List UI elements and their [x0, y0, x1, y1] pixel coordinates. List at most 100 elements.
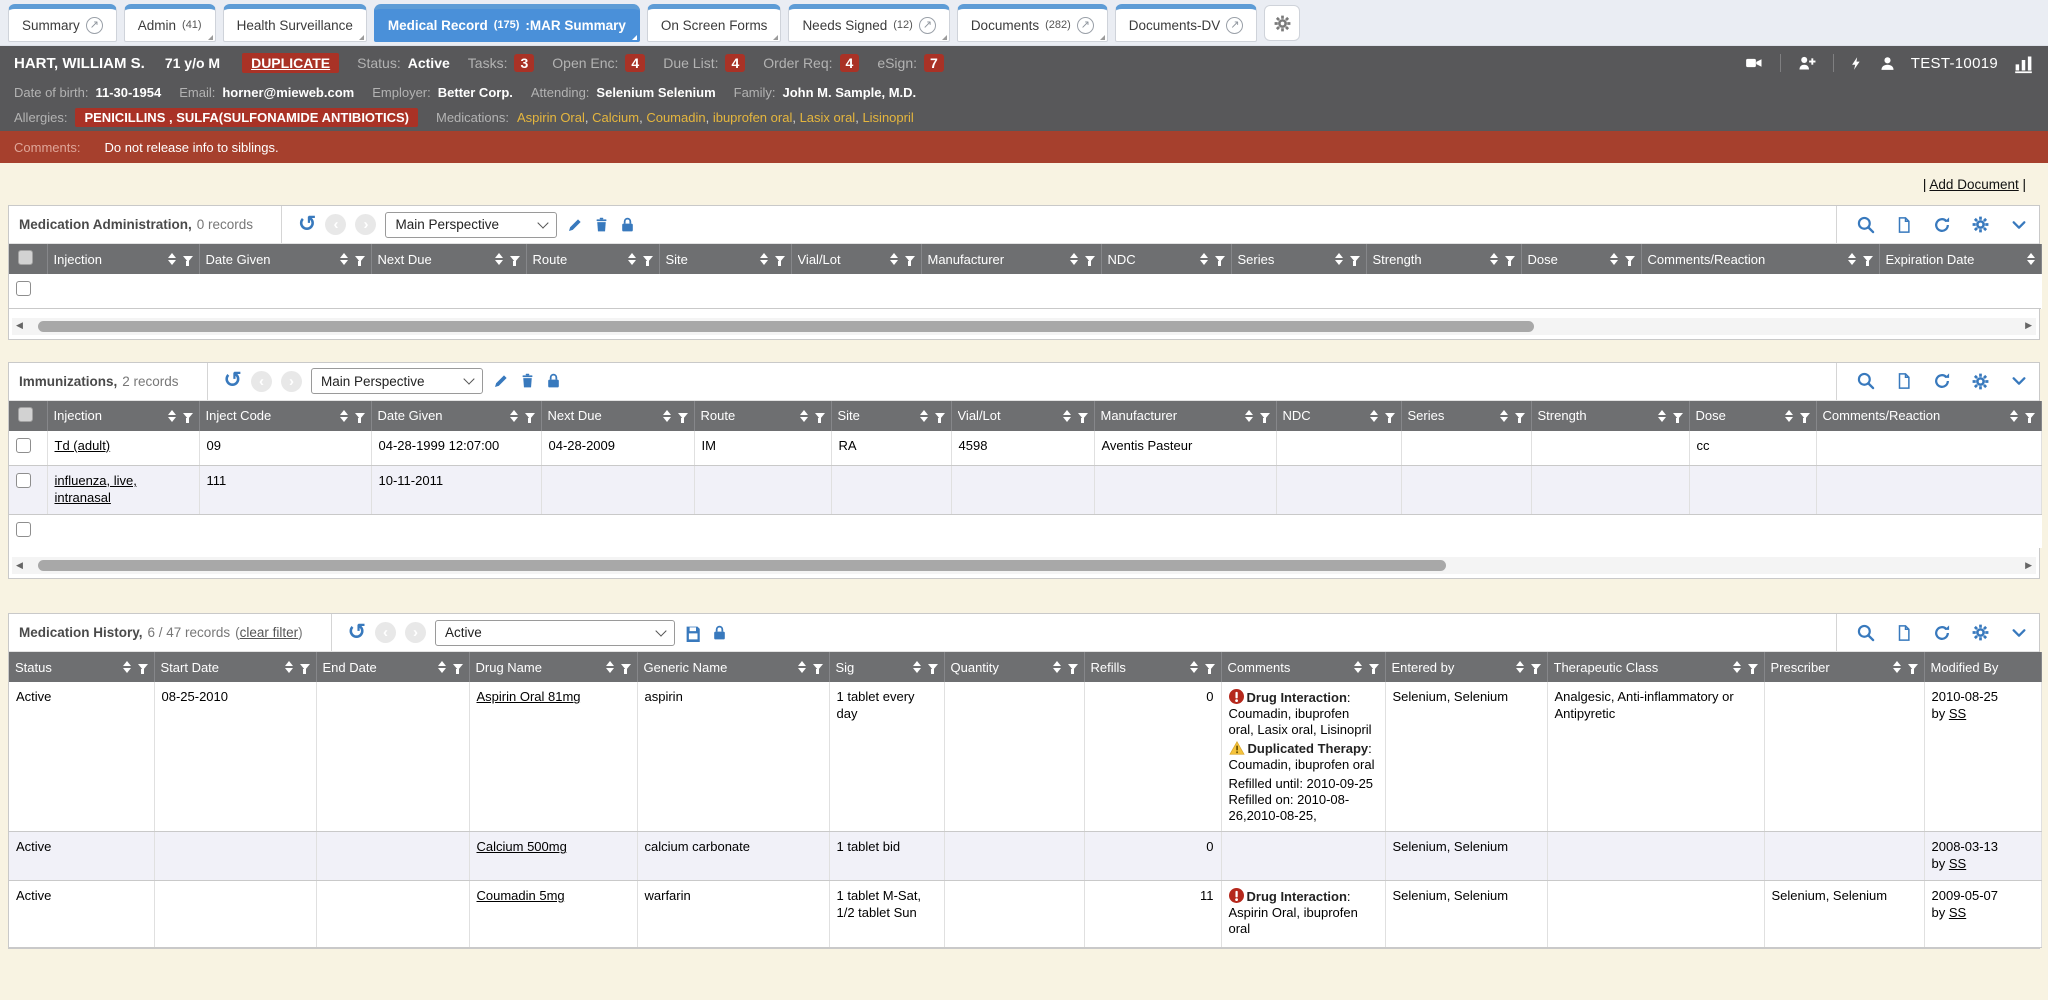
lock-icon[interactable]	[545, 372, 562, 390]
col-drug-name[interactable]: Drug Name	[469, 652, 637, 682]
add-person-icon[interactable]	[1796, 54, 1818, 73]
sort-icon[interactable]	[1190, 661, 1198, 673]
sort-icon[interactable]	[1893, 661, 1901, 673]
col-comments[interactable]: Comments	[1221, 652, 1385, 682]
sort-icon[interactable]	[1500, 410, 1508, 422]
filter-icon[interactable]	[138, 664, 148, 670]
delete-icon[interactable]	[519, 372, 536, 390]
person-icon[interactable]	[1879, 55, 1896, 72]
sort-icon[interactable]	[913, 661, 921, 673]
edit-icon[interactable]	[566, 216, 584, 234]
filter-icon[interactable]	[1205, 664, 1215, 670]
sort-icon[interactable]	[1370, 410, 1378, 422]
sort-icon[interactable]	[1733, 661, 1741, 673]
sort-icon[interactable]	[1516, 661, 1524, 673]
col-manufacturer[interactable]: Manufacturer	[1094, 401, 1276, 431]
filter-icon[interactable]	[1515, 413, 1525, 419]
filter-icon[interactable]	[1908, 664, 1918, 670]
col-vial-lot[interactable]: Vial/Lot	[791, 244, 921, 274]
filter-icon[interactable]	[1385, 413, 1395, 419]
drug-name-link[interactable]: Aspirin Oral 81mg	[477, 689, 581, 704]
horizontal-scrollbar[interactable]: ◀▶	[12, 318, 2036, 335]
due-list-count-badge[interactable]: 4	[725, 54, 745, 72]
tab-medical-record-active[interactable]: Medical Record(175):MAR Summary	[374, 4, 640, 42]
filter-icon[interactable]	[813, 664, 823, 670]
drug-name-link[interactable]: Calcium 500mg	[477, 839, 567, 854]
gear-icon[interactable]	[1971, 623, 1990, 642]
filter-icon[interactable]	[905, 256, 915, 262]
filter-icon[interactable]	[815, 413, 825, 419]
tab-on-screen-forms[interactable]: On Screen Forms	[647, 4, 782, 42]
filter-icon[interactable]	[510, 256, 520, 262]
filter-icon[interactable]	[1800, 413, 1810, 419]
scroll-right-icon[interactable]: ▶	[2025, 561, 2032, 571]
col-dose[interactable]: Dose	[1689, 401, 1816, 431]
open-in-new-icon[interactable]: ↗	[1077, 17, 1094, 34]
horizontal-scrollbar[interactable]: ◀▶	[12, 557, 2036, 574]
open-in-new-icon[interactable]: ↗	[86, 17, 103, 34]
scroll-left-icon[interactable]: ◀	[16, 321, 23, 331]
sort-icon[interactable]	[1354, 661, 1362, 673]
col-strength[interactable]: Strength	[1531, 401, 1689, 431]
sort-icon[interactable]	[760, 253, 768, 265]
col-therapeutic-class[interactable]: Therapeutic Class	[1547, 652, 1764, 682]
col-manufacturer[interactable]: Manufacturer	[921, 244, 1101, 274]
undo-icon[interactable]: ↺	[348, 622, 366, 644]
select-all-checkbox[interactable]	[9, 401, 47, 431]
row-checkbox[interactable]	[16, 473, 31, 488]
open-in-new-icon[interactable]: ↗	[1226, 17, 1243, 34]
refresh-icon[interactable]	[1932, 215, 1952, 235]
filter-icon[interactable]	[1085, 256, 1095, 262]
filter-icon[interactable]	[1068, 664, 1078, 670]
filter-icon[interactable]	[1078, 413, 1088, 419]
scroll-right-icon[interactable]: ▶	[2025, 321, 2032, 331]
sort-icon[interactable]	[798, 661, 806, 673]
sort-icon[interactable]	[1658, 410, 1666, 422]
sort-icon[interactable]	[495, 253, 503, 265]
col-end-date[interactable]: End Date	[316, 652, 469, 682]
col-site[interactable]: Site	[659, 244, 791, 274]
prev-icon[interactable]: ‹	[325, 214, 346, 235]
filter-icon[interactable]	[1350, 256, 1360, 262]
sort-icon[interactable]	[800, 410, 808, 422]
sort-icon[interactable]	[2010, 410, 2018, 422]
sort-icon[interactable]	[1063, 410, 1071, 422]
scrollbar-thumb[interactable]	[38, 560, 1446, 571]
filter-icon[interactable]	[1369, 664, 1379, 670]
col-vial-lot[interactable]: Vial/Lot	[951, 401, 1094, 431]
filter-icon[interactable]	[1215, 256, 1225, 262]
sort-icon[interactable]	[920, 410, 928, 422]
collapse-icon[interactable]	[2009, 217, 2029, 233]
status-filter-select[interactable]: Active	[435, 620, 675, 646]
col-next-due[interactable]: Next Due	[371, 244, 526, 274]
col-injection[interactable]: Injection	[47, 244, 199, 274]
tab-health-surveillance[interactable]: Health Surveillance	[223, 4, 367, 42]
next-icon[interactable]: ›	[281, 371, 302, 392]
collapse-icon[interactable]	[2009, 373, 2029, 389]
next-icon[interactable]: ›	[405, 622, 426, 643]
filter-icon[interactable]	[183, 413, 193, 419]
filter-icon[interactable]	[1863, 256, 1873, 262]
sort-icon[interactable]	[340, 253, 348, 265]
sort-icon[interactable]	[1785, 410, 1793, 422]
col-date-given[interactable]: Date Given	[199, 244, 371, 274]
col-series[interactable]: Series	[1231, 244, 1366, 274]
video-camera-icon[interactable]	[1743, 54, 1765, 72]
new-document-icon[interactable]	[1895, 371, 1913, 391]
lock-icon[interactable]	[619, 216, 636, 234]
refresh-icon[interactable]	[1932, 371, 1952, 391]
undo-icon[interactable]: ↺	[224, 370, 242, 392]
tab-summary[interactable]: Summary↗	[8, 4, 117, 42]
clear-filter-link[interactable]: clear filter	[240, 625, 299, 640]
sort-icon[interactable]	[1245, 410, 1253, 422]
prev-icon[interactable]: ‹	[251, 371, 272, 392]
col-injection[interactable]: Injection	[47, 401, 199, 431]
col-ndc[interactable]: NDC	[1101, 244, 1231, 274]
col-entered-by[interactable]: Entered by	[1385, 652, 1547, 682]
sort-icon[interactable]	[1610, 253, 1618, 265]
filter-icon[interactable]	[928, 664, 938, 670]
scroll-left-icon[interactable]: ◀	[16, 561, 23, 571]
new-document-icon[interactable]	[1895, 623, 1913, 643]
filter-icon[interactable]	[1505, 256, 1515, 262]
filter-icon[interactable]	[775, 256, 785, 262]
